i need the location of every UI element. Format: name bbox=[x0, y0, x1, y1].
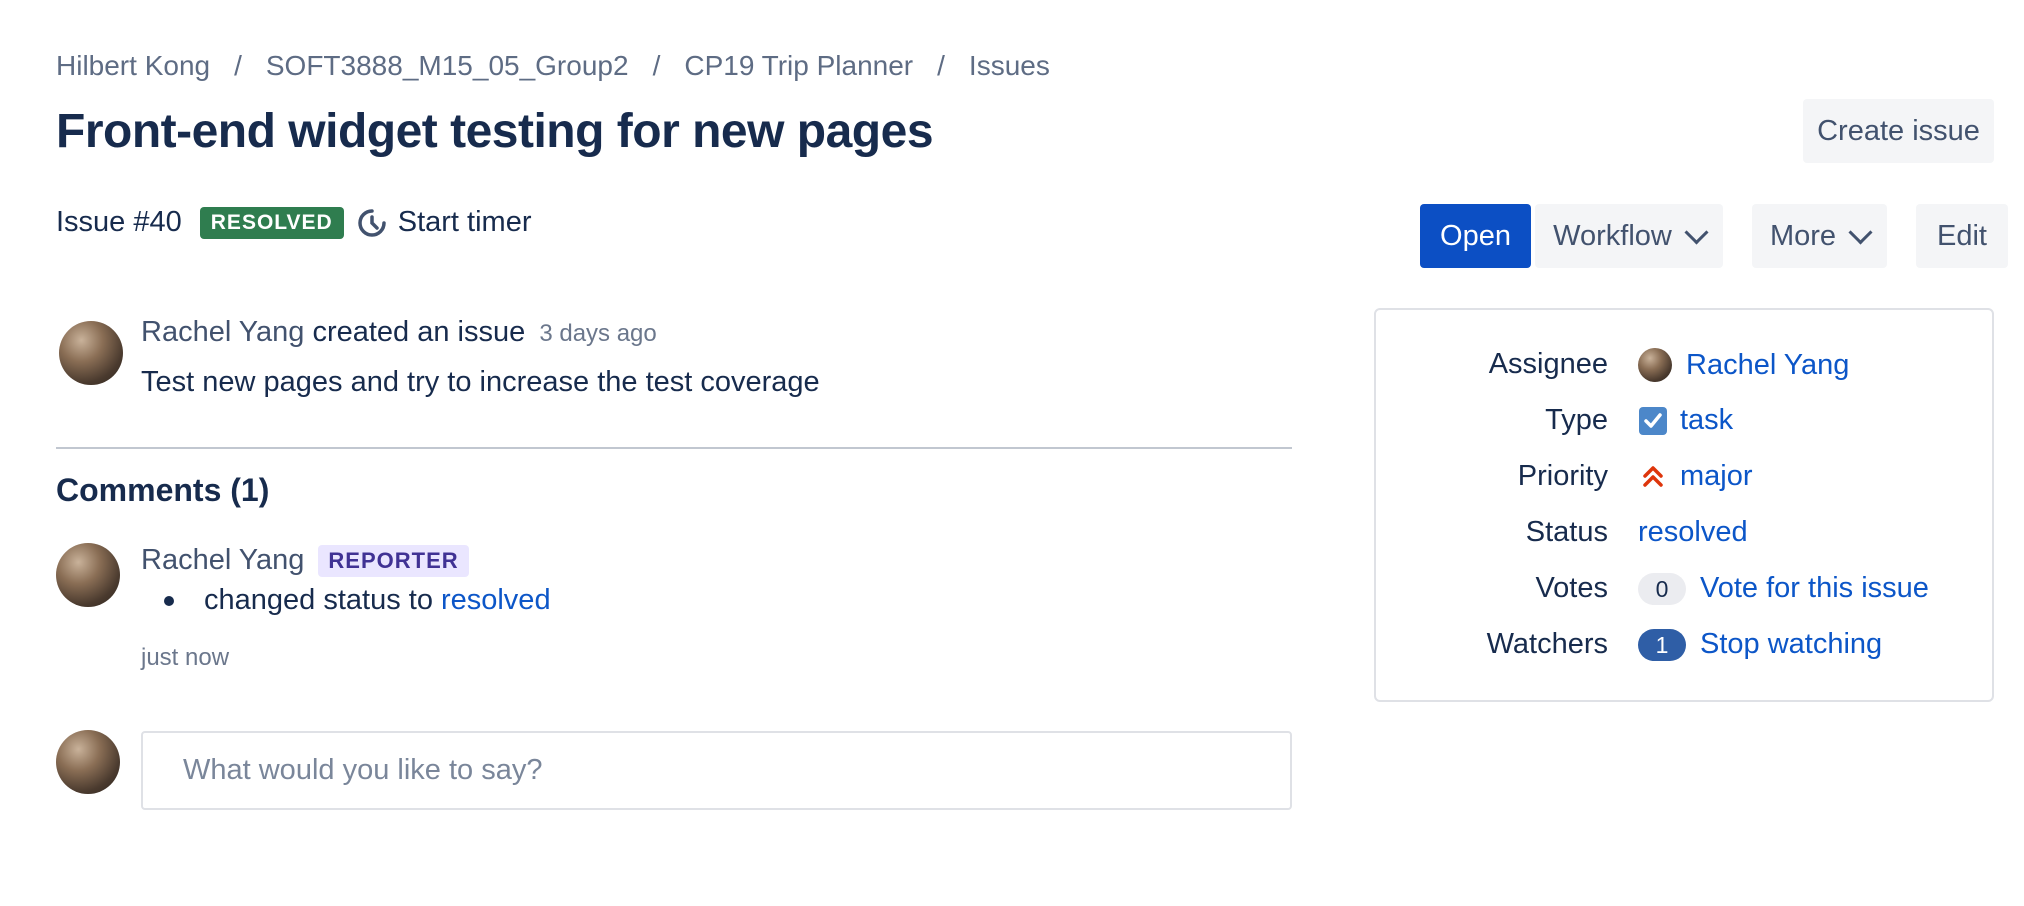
start-timer-label: Start timer bbox=[397, 206, 532, 238]
status-row: Status resolved bbox=[1376, 516, 1996, 556]
chevron-down-icon bbox=[1848, 219, 1873, 245]
issue-description: Test new pages and try to increase the t… bbox=[141, 366, 820, 398]
avatar bbox=[56, 730, 120, 794]
details-panel: Assignee Rachel Yang Type task Priority … bbox=[1374, 308, 1994, 702]
open-button[interactable]: Open bbox=[1420, 204, 1531, 268]
breadcrumb-item-owner[interactable]: Hilbert Kong bbox=[56, 50, 210, 82]
activity-time: 3 days ago bbox=[539, 320, 657, 347]
votes-row: Votes 0 Vote for this issue bbox=[1376, 572, 1996, 612]
activity-action: created an issue bbox=[312, 316, 526, 348]
priority-link[interactable]: major bbox=[1680, 460, 1753, 493]
avatar bbox=[56, 543, 120, 607]
create-issue-button[interactable]: Create issue bbox=[1803, 99, 1994, 163]
assignee-link[interactable]: Rachel Yang bbox=[1686, 349, 1849, 382]
assignee-avatar bbox=[1638, 348, 1672, 382]
checkbox-task-icon bbox=[1639, 406, 1667, 435]
page-title: Front-end widget testing for new pages bbox=[56, 105, 934, 158]
comments-title: Comments (1) bbox=[56, 472, 270, 508]
watchers-count: 1 bbox=[1638, 628, 1686, 661]
edit-button[interactable]: Edit bbox=[1916, 204, 2008, 268]
comment-change: changed status to resolved bbox=[164, 584, 551, 617]
assignee-label: Assignee bbox=[1488, 348, 1608, 380]
double-chevron-up-icon bbox=[1643, 465, 1663, 487]
breadcrumb-separator: / bbox=[937, 50, 945, 81]
status-label: Status bbox=[1525, 516, 1608, 548]
votes-label: Votes bbox=[1535, 572, 1608, 604]
issue-number: Issue #40 bbox=[56, 206, 182, 238]
chevron-down-icon bbox=[1684, 219, 1709, 245]
priority-row: Priority major bbox=[1376, 460, 1996, 500]
comment-author-link[interactable]: Rachel Yang bbox=[141, 544, 304, 577]
watchers-label: Watchers bbox=[1486, 628, 1608, 660]
comment-header: Rachel Yang REPORTER bbox=[141, 544, 469, 577]
status-resolved-link[interactable]: resolved bbox=[441, 584, 551, 617]
activity-author-link[interactable]: Rachel Yang bbox=[141, 316, 304, 348]
breadcrumb-separator: / bbox=[234, 50, 242, 81]
vote-link[interactable]: Vote for this issue bbox=[1700, 572, 1929, 605]
issue-meta: Issue #40 RESOLVED Start timer bbox=[56, 206, 531, 239]
type-link[interactable]: task bbox=[1680, 404, 1733, 437]
stop-watching-link[interactable]: Stop watching bbox=[1700, 628, 1882, 661]
avatar bbox=[59, 321, 123, 385]
reporter-badge: REPORTER bbox=[318, 544, 469, 577]
breadcrumb: Hilbert Kong / SOFT3888_M15_05_Group2 / … bbox=[56, 50, 1050, 82]
divider bbox=[56, 447, 1292, 449]
comment-time[interactable]: just now bbox=[141, 644, 229, 672]
type-label: Type bbox=[1545, 404, 1608, 436]
votes-count: 0 bbox=[1638, 572, 1686, 605]
workflow-label: Workflow bbox=[1553, 219, 1672, 252]
timer-icon bbox=[358, 208, 386, 237]
more-label: More bbox=[1769, 219, 1837, 252]
breadcrumb-item-workspace[interactable]: SOFT3888_M15_05_Group2 bbox=[266, 50, 629, 82]
bullet bbox=[164, 595, 174, 606]
priority-label: Priority bbox=[1517, 460, 1608, 492]
breadcrumb-item-repository[interactable]: CP19 Trip Planner bbox=[684, 50, 913, 82]
activity-header: Rachel Yang created an issue 3 days ago bbox=[141, 316, 657, 349]
breadcrumb-item-issues[interactable]: Issues bbox=[969, 50, 1050, 82]
start-timer-button[interactable]: Start timer bbox=[356, 206, 532, 239]
change-prefix: changed status to bbox=[204, 584, 433, 616]
type-row: Type task bbox=[1376, 404, 1996, 444]
status-link[interactable]: resolved bbox=[1638, 516, 1748, 549]
workflow-dropdown[interactable]: Workflow bbox=[1535, 204, 1723, 268]
status-badge: RESOLVED bbox=[199, 206, 344, 239]
comment-input[interactable] bbox=[141, 731, 1292, 810]
breadcrumb-separator: / bbox=[652, 50, 661, 81]
watchers-row: Watchers 1 Stop watching bbox=[1376, 628, 1996, 668]
assignee-row: Assignee Rachel Yang bbox=[1376, 348, 1996, 388]
more-dropdown[interactable]: More bbox=[1752, 204, 1887, 268]
